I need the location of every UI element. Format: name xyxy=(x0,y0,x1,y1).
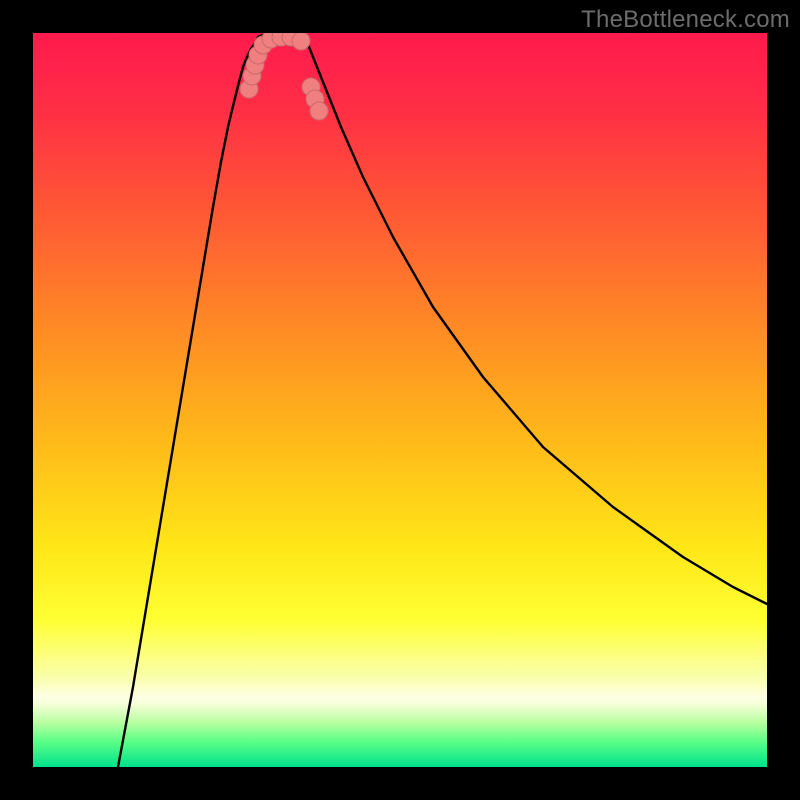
plot-area xyxy=(33,33,767,767)
highlight-dot xyxy=(310,102,328,120)
outer-frame: TheBottleneck.com xyxy=(0,0,800,800)
bottleneck-curve xyxy=(118,33,767,767)
watermark-text: TheBottleneck.com xyxy=(581,6,790,34)
highlight-dot xyxy=(292,33,310,50)
curve-layer xyxy=(33,33,767,767)
